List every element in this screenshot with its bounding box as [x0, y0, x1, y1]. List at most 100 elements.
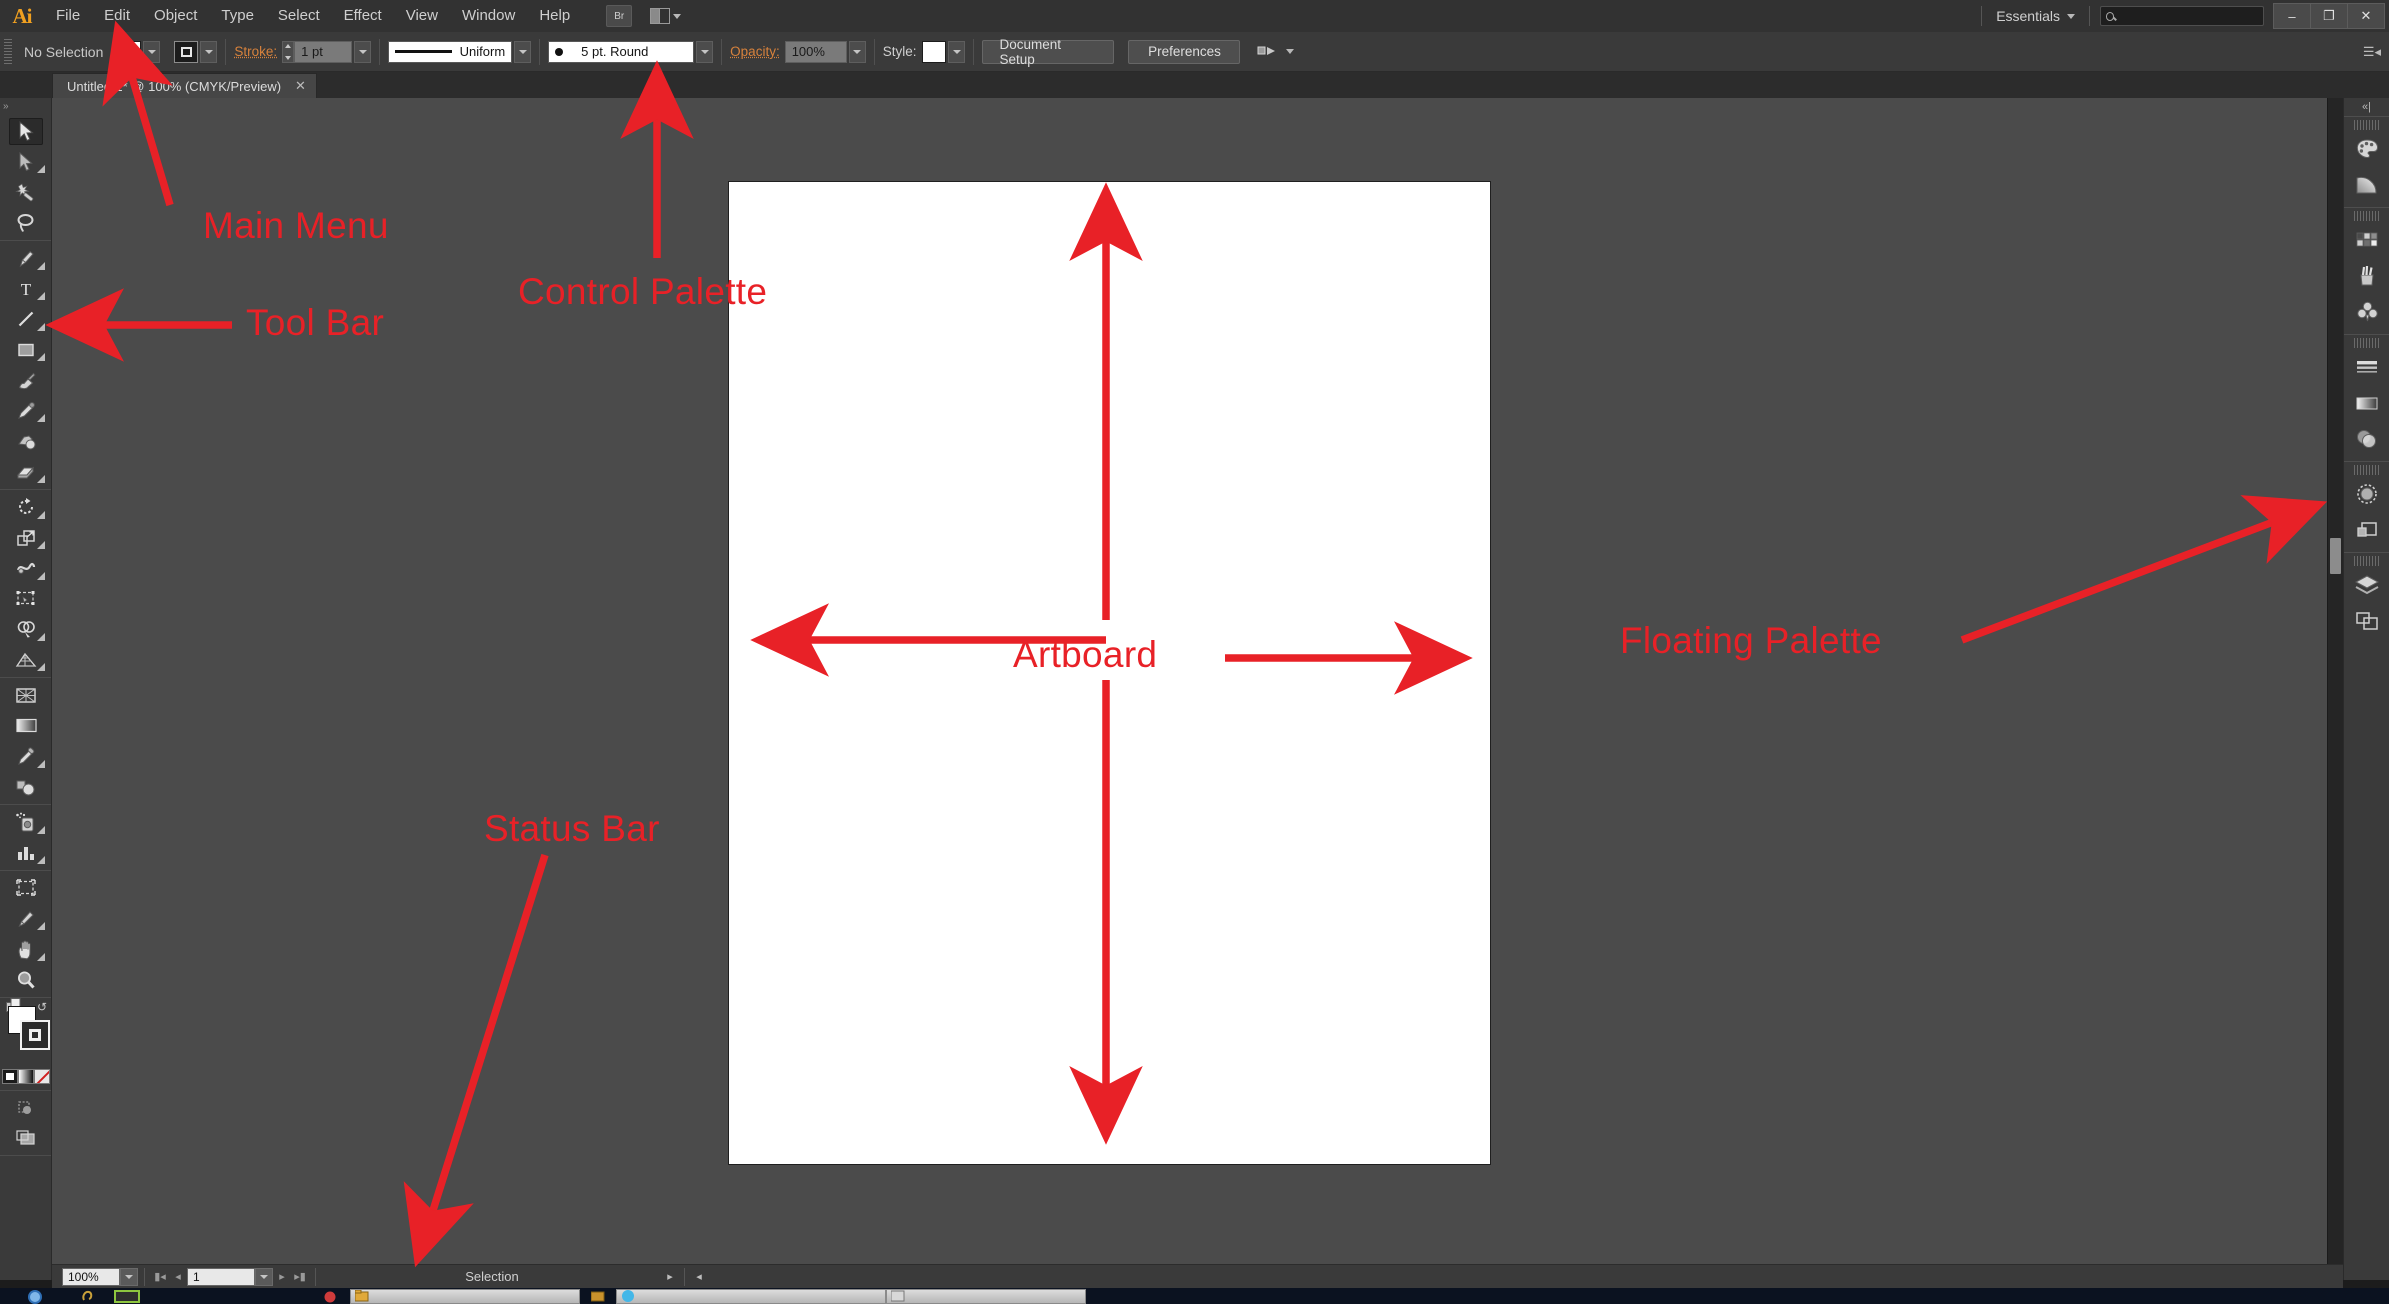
menu-item-help[interactable]: Help [527, 0, 582, 32]
document-tab[interactable]: Untitled-1* @ 100% (CMYK/Preview) ✕ [52, 73, 317, 98]
menu-item-object[interactable]: Object [142, 0, 209, 32]
blob-brush-tool[interactable] [0, 426, 52, 457]
width-warp-tool[interactable] [0, 553, 52, 584]
opacity-field[interactable]: 100% [785, 41, 847, 63]
palette-grip-handle[interactable] [2354, 120, 2380, 130]
brushes-panel-icon[interactable] [2344, 258, 2389, 294]
last-artboard-button[interactable]: ▸▮ [291, 1267, 309, 1287]
swap-fill-stroke-icon[interactable]: ↺ [37, 1000, 47, 1014]
graphic-style-swatch[interactable] [922, 41, 946, 63]
brush-definition-select[interactable]: 5 pt. Round [548, 41, 694, 63]
menu-item-window[interactable]: Window [450, 0, 527, 32]
stroke-color-swatch[interactable] [174, 41, 198, 63]
gradient-tool[interactable] [0, 711, 52, 742]
fill-color-swatch[interactable] [115, 41, 141, 63]
close-button[interactable]: ✕ [2347, 3, 2385, 29]
start-button[interactable] [0, 1288, 70, 1304]
none-mode-icon[interactable] [34, 1069, 50, 1084]
stroke-weight-stepper[interactable] [282, 41, 294, 63]
fill-dropdown-button[interactable] [143, 41, 160, 63]
menu-item-edit[interactable]: Edit [92, 0, 142, 32]
menu-item-effect[interactable]: Effect [332, 0, 394, 32]
pen-tool[interactable] [0, 243, 52, 274]
zoom-level-field[interactable]: 100% [62, 1268, 120, 1286]
chevron-down-icon[interactable] [1286, 49, 1294, 54]
line-segment-tool[interactable] [0, 304, 52, 335]
first-artboard-button[interactable]: ▮◂ [151, 1267, 169, 1287]
eyedropper-tool[interactable] [0, 741, 52, 772]
shape-builder-tool[interactable] [0, 614, 52, 645]
arrange-documents-button[interactable] [650, 8, 681, 24]
screen-mode-icon[interactable] [0, 1123, 52, 1153]
variable-width-profile-select[interactable]: Uniform [388, 41, 512, 63]
bridge-icon[interactable]: Br [606, 5, 632, 27]
previous-artboard-button[interactable]: ◂ [169, 1267, 187, 1287]
taskbar-icon-2[interactable] [106, 1288, 148, 1304]
hand-tool[interactable] [0, 934, 52, 965]
color-mode-icon[interactable] [2, 1069, 18, 1084]
perspective-grid-tool[interactable] [0, 645, 52, 676]
selection-tool[interactable] [0, 116, 52, 147]
menu-item-view[interactable]: View [394, 0, 450, 32]
stroke-dropdown-button[interactable] [200, 41, 217, 63]
maximize-button[interactable]: ❐ [2310, 3, 2348, 29]
palette-grip-handle[interactable] [4, 39, 12, 65]
symbols-panel-icon[interactable] [2344, 294, 2389, 330]
rotate-tool[interactable] [0, 492, 52, 523]
type-tool[interactable]: T [0, 274, 52, 305]
opacity-label[interactable]: Opacity: [730, 44, 780, 59]
gradient-panel-icon[interactable] [2344, 385, 2389, 421]
vertical-scrollbar[interactable] [2327, 98, 2343, 1264]
appearance-panel-icon[interactable] [2344, 476, 2389, 512]
preferences-button[interactable]: Preferences [1128, 40, 1240, 64]
magic-wand-tool[interactable] [0, 177, 52, 208]
canvas-area[interactable] [52, 98, 2343, 1280]
menu-item-type[interactable]: Type [209, 0, 266, 32]
layers-panel-icon[interactable] [2344, 567, 2389, 603]
stroke-weight-label[interactable]: Stroke: [234, 44, 277, 59]
paintbrush-tool[interactable] [0, 365, 52, 396]
color-guide-panel-icon[interactable] [2344, 167, 2389, 203]
palette-grip-handle[interactable] [2354, 338, 2380, 348]
taskbar-window-2[interactable] [616, 1289, 886, 1304]
status-menu-button[interactable]: ▸ [662, 1267, 678, 1287]
palette-grip-handle[interactable] [2354, 211, 2380, 221]
menu-item-file[interactable]: File [44, 0, 92, 32]
pencil-tool[interactable] [0, 396, 52, 427]
palette-grip-handle[interactable] [2354, 556, 2380, 566]
mesh-tool[interactable] [0, 680, 52, 711]
search-input[interactable] [2119, 9, 2258, 23]
free-transform-tool[interactable] [0, 584, 52, 615]
taskbar-icon-5[interactable] [580, 1288, 616, 1304]
zoom-tool[interactable] [0, 965, 52, 996]
gradient-mode-icon[interactable] [18, 1069, 34, 1084]
next-artboard-button[interactable]: ▸ [273, 1267, 291, 1287]
taskbar-window-1[interactable] [350, 1289, 580, 1304]
artboard-dropdown-button[interactable] [255, 1268, 273, 1286]
rectangle-tool[interactable] [0, 335, 52, 366]
taskbar-icon-4[interactable] [310, 1288, 350, 1304]
menu-item-select[interactable]: Select [266, 0, 332, 32]
artboard-number-field[interactable]: 1 [187, 1268, 255, 1286]
style-dropdown-button[interactable] [948, 41, 965, 63]
color-panel-icon[interactable] [2344, 131, 2389, 167]
profile-dropdown-button[interactable] [514, 41, 531, 63]
minimize-button[interactable]: – [2273, 3, 2311, 29]
control-palette-menu-button[interactable]: ☰◂ [2363, 44, 2381, 60]
taskbar-icon-3[interactable] [148, 1288, 310, 1304]
close-icon[interactable]: ✕ [295, 78, 306, 94]
artboard-tool[interactable] [0, 873, 52, 904]
scale-tool[interactable] [0, 523, 52, 554]
drawing-mode-icon[interactable] [0, 1093, 52, 1123]
zoom-dropdown-button[interactable] [120, 1268, 138, 1286]
stroke-weight-field[interactable]: 1 pt [294, 41, 352, 63]
workspace-switcher[interactable]: Essentials [1982, 8, 2089, 24]
stroke-weight-dropdown-button[interactable] [354, 41, 371, 63]
brush-dropdown-button[interactable] [696, 41, 713, 63]
artboards-panel-icon[interactable] [2344, 603, 2389, 639]
stroke-panel-icon[interactable] [2344, 349, 2389, 385]
toolbar-grip-handle[interactable]: » [0, 98, 51, 114]
blend-tool[interactable] [0, 772, 52, 803]
status-scroll-left-button[interactable]: ◂ [691, 1267, 707, 1287]
stroke-swatch[interactable] [20, 1020, 50, 1050]
